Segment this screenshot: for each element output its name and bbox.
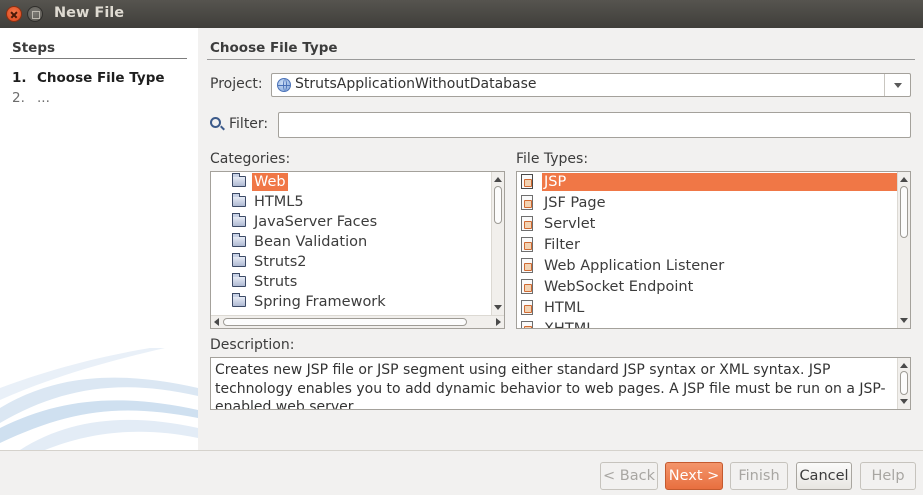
description-label: Description:: [210, 337, 295, 353]
list-item-label: HTML: [544, 300, 585, 316]
list-item-label: JavaServer Faces: [254, 214, 378, 230]
categories-horizontal-scrollbar[interactable]: [211, 315, 504, 328]
back-button[interactable]: < Back: [600, 462, 658, 490]
folder-icon: [232, 293, 246, 307]
folder-icon: [232, 253, 246, 267]
scroll-thumb[interactable]: [900, 371, 908, 395]
list-item[interactable]: Servlet: [517, 214, 910, 234]
scroll-right-icon[interactable]: [496, 318, 501, 326]
project-label: Project:: [210, 76, 263, 92]
cancel-button[interactable]: Cancel: [796, 462, 852, 490]
folder-icon: [232, 233, 246, 247]
footer-divider: [0, 450, 923, 451]
categories-vertical-scrollbar[interactable]: [491, 172, 504, 315]
filter-file-icon: [521, 237, 533, 252]
step-item-2: 2....: [12, 90, 50, 106]
window-titlebar: New File: [0, 0, 923, 28]
list-item[interactable]: Struts2: [211, 252, 492, 272]
project-value: StrutsApplicationWithoutDatabase: [295, 76, 537, 92]
window-close-button[interactable]: [6, 6, 22, 22]
list-item-label: HTML5: [254, 194, 304, 210]
websocket-file-icon: [521, 279, 533, 294]
list-item[interactable]: XHTML: [517, 319, 910, 329]
list-item-label: JSP: [542, 173, 897, 191]
decorative-swoosh-graphic: [0, 348, 198, 450]
list-item[interactable]: Web: [211, 172, 492, 192]
xhtml-file-icon: [521, 321, 533, 328]
window-minimize-button[interactable]: [27, 6, 43, 22]
list-item-label: WebSocket Endpoint: [544, 279, 694, 295]
list-item[interactable]: HTML5: [211, 192, 492, 212]
categories-label: Categories:: [210, 151, 291, 167]
scroll-down-icon[interactable]: [900, 399, 908, 404]
list-item[interactable]: Spring Framework: [211, 292, 492, 312]
scroll-thumb[interactable]: [223, 318, 467, 326]
folder-icon: [232, 273, 246, 287]
scroll-up-icon[interactable]: [900, 363, 908, 368]
list-item[interactable]: Struts: [211, 272, 492, 292]
steps-heading: Steps: [12, 40, 56, 56]
folder-icon: [232, 193, 246, 207]
filter-input[interactable]: [278, 112, 911, 138]
step-item-1: 1. Choose File Type: [12, 70, 165, 86]
list-item[interactable]: WebSocket Endpoint: [517, 277, 910, 297]
project-select[interactable]: StrutsApplicationWithoutDatabase: [271, 73, 911, 97]
list-item[interactable]: JSP: [517, 172, 910, 192]
servlet-file-icon: [521, 216, 533, 231]
list-item[interactable]: Web Application Listener: [517, 256, 910, 276]
html-file-icon: [521, 300, 533, 315]
search-icon: [210, 117, 221, 128]
categories-list[interactable]: Web HTML5 JavaServer Faces Bean Validati…: [210, 171, 505, 329]
description-text-area: Creates new JSP file or JSP segment usin…: [210, 357, 911, 410]
list-item-label: Bean Validation: [254, 234, 368, 250]
step-label: Choose File Type: [37, 70, 165, 86]
scroll-thumb[interactable]: [494, 186, 502, 224]
next-button[interactable]: Next >: [665, 462, 723, 490]
list-item[interactable]: JSF Page: [517, 193, 910, 213]
file-types-label: File Types:: [516, 151, 589, 167]
list-item-label: Struts: [254, 274, 298, 290]
list-item-label: Web: [252, 173, 288, 191]
steps-panel: Steps 1. Choose File Type 2....: [0, 28, 198, 450]
finish-button[interactable]: Finish: [730, 462, 788, 490]
help-button[interactable]: Help: [860, 462, 916, 490]
list-item-label: JSF Page: [544, 195, 606, 211]
folder-icon: [232, 213, 246, 227]
steps-divider: [10, 58, 187, 59]
description-vertical-scrollbar[interactable]: [897, 358, 910, 409]
list-item-label: XHTML: [544, 321, 595, 329]
list-item[interactable]: Filter: [517, 235, 910, 255]
step-number: 1.: [12, 70, 27, 86]
list-item[interactable]: JavaServer Faces: [211, 212, 492, 232]
jsf-file-icon: [521, 195, 533, 210]
scroll-left-icon[interactable]: [214, 318, 219, 326]
list-item-label: Filter: [544, 237, 580, 253]
list-item[interactable]: Bean Validation: [211, 232, 492, 252]
list-item-label: Spring Framework: [254, 294, 386, 310]
window-title: New File: [54, 5, 125, 21]
page-title: Choose File Type: [210, 40, 338, 56]
heading-divider: [207, 59, 915, 60]
filter-label: Filter:: [229, 116, 269, 132]
project-globe-icon: [277, 78, 291, 92]
listener-file-icon: [521, 258, 533, 273]
folder-icon: [232, 173, 246, 187]
list-item-label: Servlet: [544, 216, 596, 232]
step-label: ...: [37, 90, 50, 106]
file-types-vertical-scrollbar[interactable]: [897, 172, 910, 328]
scroll-down-icon[interactable]: [494, 305, 502, 310]
list-item-label: Struts2: [254, 254, 307, 270]
jsp-file-icon: [521, 174, 533, 189]
chevron-down-icon[interactable]: [884, 74, 910, 96]
scroll-up-icon[interactable]: [494, 177, 502, 182]
scroll-thumb[interactable]: [900, 186, 908, 238]
list-item-label: Web Application Listener: [544, 258, 725, 274]
file-types-list[interactable]: JSP JSF Page Servlet Filter Web Applicat…: [516, 171, 911, 329]
step-number: 2.: [12, 90, 25, 106]
scroll-up-icon[interactable]: [900, 177, 908, 182]
description-text: Creates new JSP file or JSP segment usin…: [215, 362, 886, 410]
scroll-down-icon[interactable]: [900, 318, 908, 323]
list-item[interactable]: HTML: [517, 298, 910, 318]
